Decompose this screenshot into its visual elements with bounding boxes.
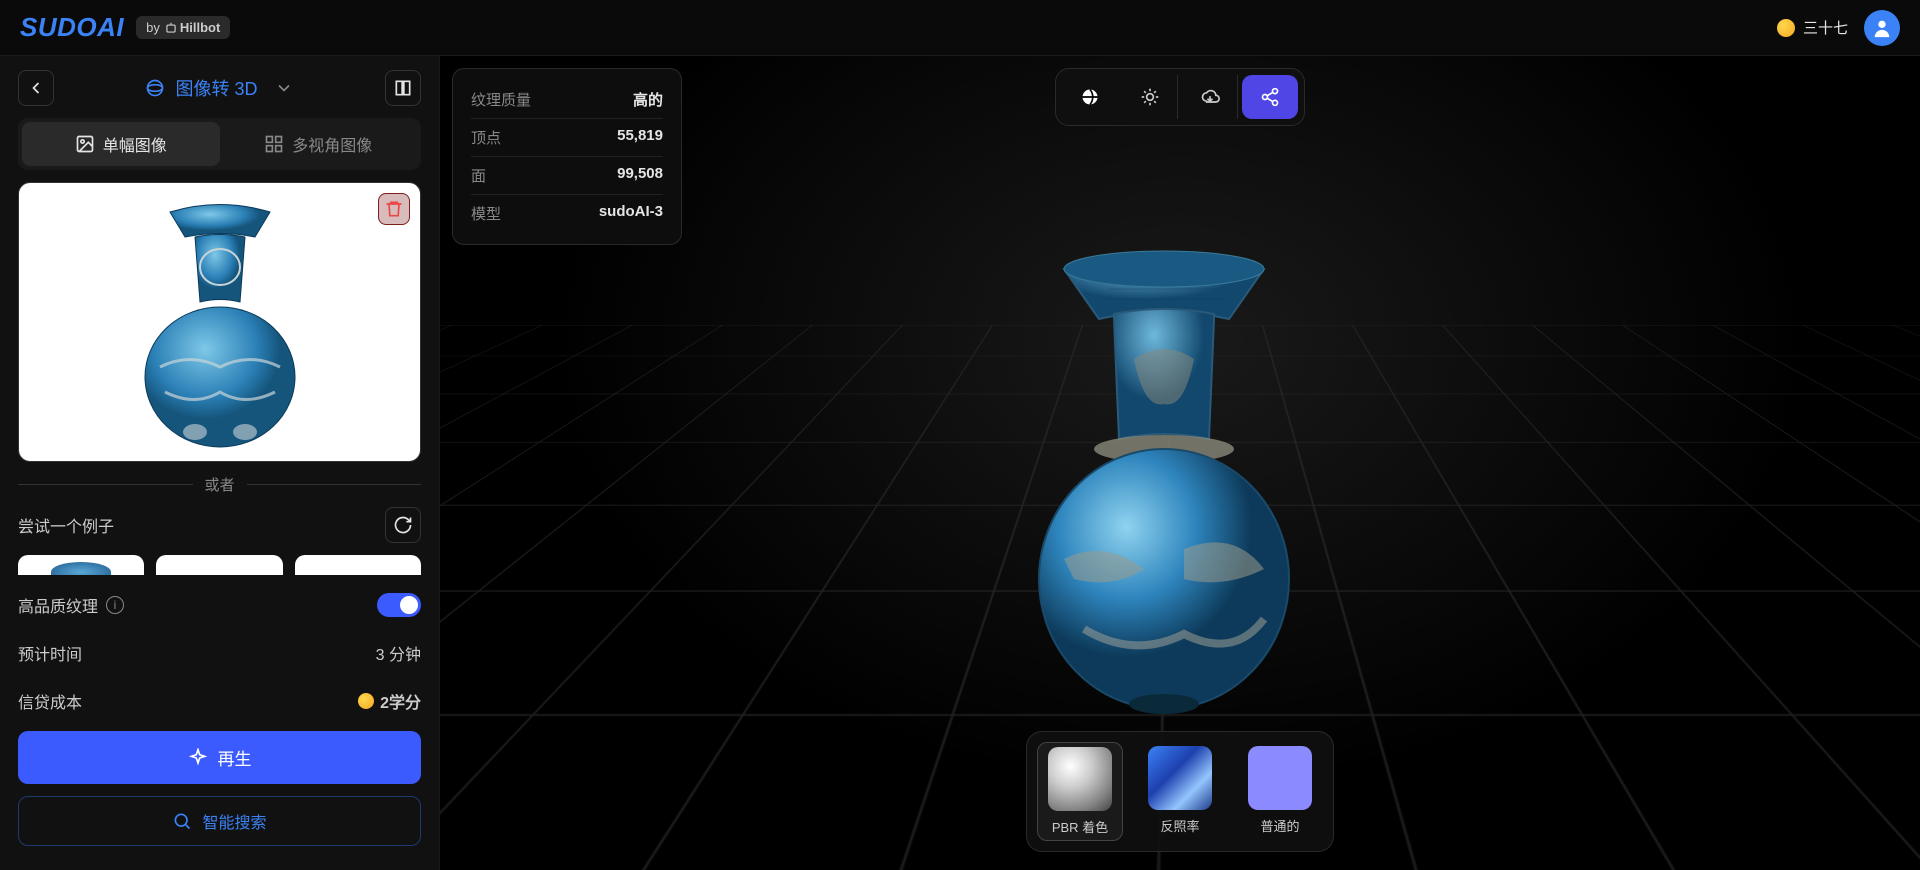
smart-search-button[interactable]: 智能搜索 xyxy=(18,796,421,846)
logo-text: SUDOAI xyxy=(20,12,124,43)
example-thumb-3[interactable] xyxy=(295,555,421,575)
material-selector: PBR 着色 反照率 普通的 xyxy=(1026,731,1334,852)
material-normal-label: 普通的 xyxy=(1260,816,1299,835)
user-avatar[interactable] xyxy=(1864,10,1900,46)
material-pbr-label: PBR 着色 xyxy=(1052,817,1108,836)
eta-value: 3 分钟 xyxy=(376,641,421,665)
trash-icon xyxy=(384,199,404,219)
sun-icon xyxy=(1140,87,1160,107)
tab-single-image[interactable]: 单幅图像 xyxy=(22,122,220,166)
viewport-toolbar xyxy=(1055,68,1305,126)
environment-button[interactable] xyxy=(1062,75,1118,119)
examples-label: 尝试一个例子 xyxy=(18,513,114,537)
viewport-3d[interactable]: 纹理质量 高的 顶点 55,819 面 99,508 模型 sudoAI-3 xyxy=(440,56,1920,870)
refresh-icon xyxy=(393,515,413,535)
delete-image-button[interactable] xyxy=(378,193,410,225)
example-thumbnails xyxy=(18,555,421,575)
search-icon xyxy=(172,811,192,831)
sphere-swatch xyxy=(1048,747,1112,811)
hq-texture-toggle[interactable] xyxy=(377,593,421,617)
guide-button[interactable] xyxy=(385,70,421,106)
logo[interactable]: SUDOAI by Hillbot xyxy=(20,12,230,43)
coin-icon xyxy=(1777,19,1795,37)
regenerate-button[interactable]: 再生 xyxy=(18,731,421,784)
back-button[interactable] xyxy=(18,70,54,106)
example-thumb-2[interactable] xyxy=(156,555,282,575)
material-normal[interactable]: 普通的 xyxy=(1237,742,1323,841)
image-icon xyxy=(75,134,95,154)
person-icon xyxy=(1871,17,1893,39)
tab-single-label: 单幅图像 xyxy=(103,132,167,156)
stat-val-texture: 高的 xyxy=(633,89,663,110)
chevron-down-icon xyxy=(274,78,294,98)
download-button[interactable] xyxy=(1182,75,1238,119)
tab-multi-view[interactable]: 多视角图像 xyxy=(220,122,418,166)
by-prefix: by xyxy=(146,20,160,35)
example-thumb-1[interactable] xyxy=(18,555,144,575)
smart-search-label: 智能搜索 xyxy=(202,809,266,833)
stats-panel: 纹理质量 高的 顶点 55,819 面 99,508 模型 sudoAI-3 xyxy=(452,68,682,245)
mode-selector[interactable]: 图像转 3D xyxy=(66,75,373,101)
stat-key-texture: 纹理质量 xyxy=(471,89,531,110)
app-header: SUDOAI by Hillbot 三十七 xyxy=(0,0,1920,56)
stat-val-faces: 99,508 xyxy=(617,165,663,186)
lighting-button[interactable] xyxy=(1122,75,1178,119)
share-button[interactable] xyxy=(1242,75,1298,119)
share-icon xyxy=(1260,87,1280,107)
logo-byline: by Hillbot xyxy=(136,16,230,39)
cost-label: 信贷成本 xyxy=(18,689,82,713)
vase-thumbnail xyxy=(130,192,310,452)
hq-texture-label: 高品质纹理 xyxy=(18,593,98,617)
stat-key-model: 模型 xyxy=(471,203,501,224)
refresh-examples-button[interactable] xyxy=(385,507,421,543)
credits-display[interactable]: 三十七 xyxy=(1777,17,1848,38)
tab-multi-label: 多视角图像 xyxy=(292,132,372,156)
eta-label: 预计时间 xyxy=(18,641,82,665)
regenerate-label: 再生 xyxy=(218,745,252,770)
model-render xyxy=(1004,239,1324,719)
material-pbr[interactable]: PBR 着色 xyxy=(1037,742,1123,841)
input-mode-tabs: 单幅图像 多视角图像 xyxy=(18,118,421,170)
divider-label: 或者 xyxy=(205,474,235,495)
stat-key-faces: 面 xyxy=(471,165,486,186)
logo-3d-icon xyxy=(145,78,165,98)
normal-swatch xyxy=(1248,746,1312,810)
chevron-left-icon xyxy=(26,78,46,98)
info-icon[interactable]: i xyxy=(106,596,124,614)
material-albedo[interactable]: 反照率 xyxy=(1137,742,1223,841)
coin-icon xyxy=(358,693,374,709)
hillbot-icon xyxy=(164,21,178,35)
download-cloud-icon xyxy=(1200,87,1220,107)
grid-icon xyxy=(264,134,284,154)
book-icon xyxy=(393,78,413,98)
material-albedo-label: 反照率 xyxy=(1160,816,1199,835)
sidebar: 图像转 3D 单幅图像 多视角图像 xyxy=(0,56,440,870)
credits-label: 三十七 xyxy=(1803,17,1848,38)
stat-val-model: sudoAI-3 xyxy=(599,203,663,224)
by-name: Hillbot xyxy=(180,20,220,35)
source-image-preview[interactable] xyxy=(18,182,421,462)
stat-key-vertices: 顶点 xyxy=(471,127,501,148)
divider-or: 或者 xyxy=(18,474,421,495)
albedo-swatch xyxy=(1148,746,1212,810)
globe-icon xyxy=(1080,87,1100,107)
mode-title-text: 图像转 3D xyxy=(175,75,257,101)
cost-value: 2学分 xyxy=(380,689,421,713)
stat-val-vertices: 55,819 xyxy=(617,127,663,148)
sparkle-icon xyxy=(188,748,208,768)
